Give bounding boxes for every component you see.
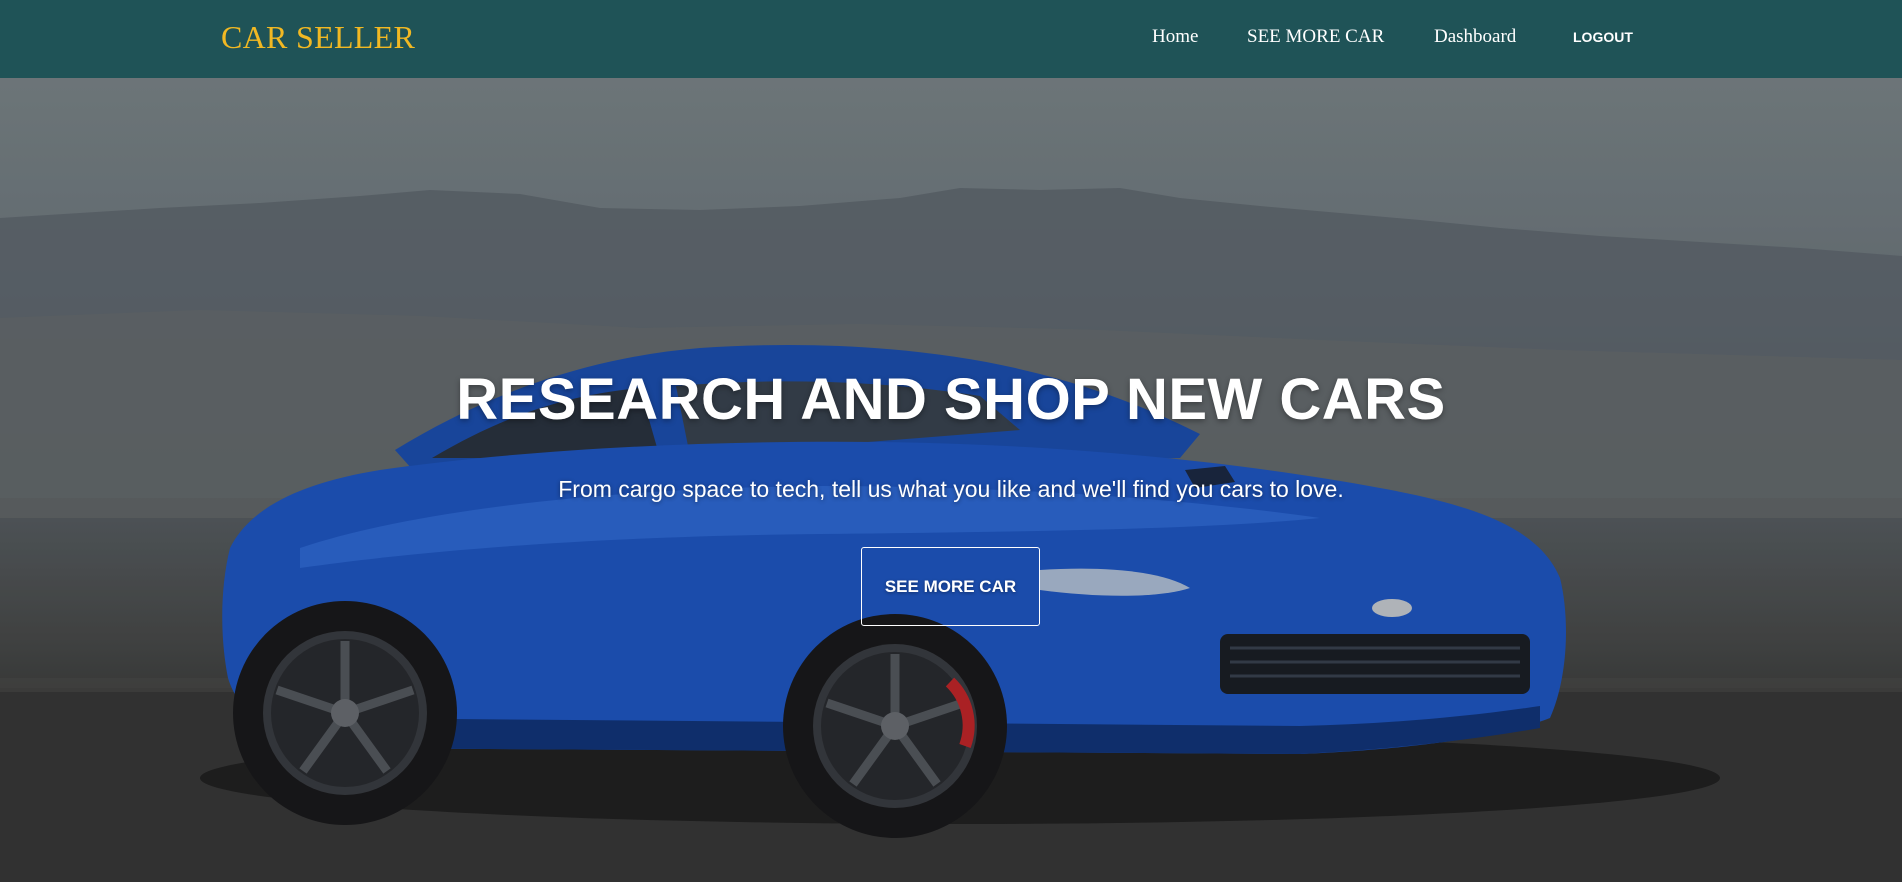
nav-link-dashboard[interactable]: Dashboard — [1434, 26, 1516, 48]
nav-link-home[interactable]: Home — [1152, 26, 1198, 48]
logout-button[interactable]: LOGOUT — [1573, 29, 1633, 45]
hero-section: RESEARCH AND SHOP NEW CARS From cargo sp… — [0, 78, 1902, 882]
hero-subtitle: From cargo space to tech, tell us what y… — [558, 476, 1344, 502]
navbar: CAR SELLER Home SEE MORE CAR Dashboard L… — [0, 0, 1902, 78]
brand-logo[interactable]: CAR SELLER — [221, 19, 415, 56]
hero-title: RESEARCH AND SHOP NEW CARS — [456, 367, 1446, 432]
nav-link-see-more-car[interactable]: SEE MORE CAR — [1247, 26, 1384, 48]
see-more-car-button[interactable]: SEE MORE CAR — [861, 547, 1040, 626]
